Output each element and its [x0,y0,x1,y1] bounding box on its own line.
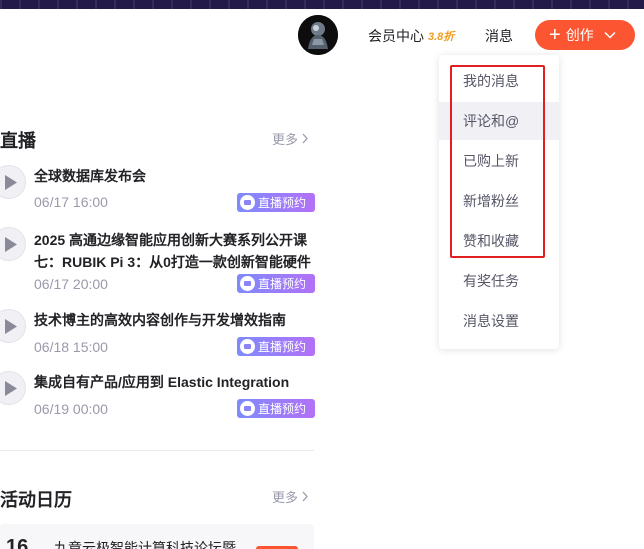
live-item-title[interactable]: 全球数据库发布会 [34,165,324,187]
live-item-time: 06/17 20:00 [34,276,108,292]
live-item-time: 06/19 00:00 [34,401,108,417]
play-icon[interactable] [0,371,26,405]
chevron-down-icon [604,31,616,39]
live-badge-label: 直播预约 [258,196,307,210]
plus-icon: + [549,24,561,46]
top-banner-strip [0,0,644,9]
live-tv-icon [240,339,255,354]
play-icon[interactable] [0,227,26,261]
dropdown-item-purchased-updates[interactable]: 已购上新 [439,142,559,180]
calendar-more-label: 更多 [272,490,299,505]
live-reserve-badge[interactable]: 直播预约 [237,337,315,356]
dropdown-item-message-settings[interactable]: 消息设置 [439,302,559,340]
live-item-title[interactable]: 集成自有产品/应用到 Elastic Integration [34,371,324,393]
calendar-event-day: 16 [6,536,29,549]
play-icon[interactable] [0,309,26,343]
live-section-title: 直播 [0,131,36,151]
live-item-time: 06/17 16:00 [34,194,108,210]
dropdown-item-likes-favorites[interactable]: 赞和收藏 [439,222,559,260]
live-tv-icon [240,195,255,210]
dropdown-item-new-followers[interactable]: 新增粉丝 [439,182,559,220]
play-icon[interactable] [0,165,26,199]
vip-center-link[interactable]: 会员中心 [368,26,424,46]
live-item-time: 06/18 15:00 [34,339,108,355]
calendar-event-title[interactable]: 九章云极智能计算科技论坛暨 [54,538,236,549]
avatar-image-icon [298,15,338,55]
live-tv-icon [240,401,255,416]
section-divider [0,450,314,451]
dropdown-item-my-messages[interactable]: 我的消息 [439,62,559,100]
messages-dropdown: 我的消息 评论和@ 已购上新 新增粉丝 赞和收藏 有奖任务 消息设置 [439,55,559,349]
messages-link[interactable]: 消息 [485,26,513,46]
live-reserve-badge[interactable]: 直播预约 [237,399,315,418]
live-badge-label: 直播预约 [258,277,307,291]
create-button-label: 创作 [565,27,594,43]
chevron-right-icon [302,133,308,144]
live-reserve-badge[interactable]: 直播预约 [237,274,315,293]
calendar-more-link[interactable]: 更多 [272,487,309,506]
chevron-right-icon [302,491,308,502]
live-item-title[interactable]: 技术博主的高效内容创作与开发增效指南 [34,309,324,331]
create-button[interactable]: + 创作 [535,20,635,50]
live-item-title[interactable]: 2025 高通边缘智能应用创新大赛系列公开课七：RUBIK Pi 3：从0打造一… [34,229,324,273]
live-more-label: 更多 [272,132,299,147]
calendar-section-title: 活动日历 [0,490,72,510]
live-tv-icon [240,276,255,291]
dropdown-item-reward-tasks[interactable]: 有奖任务 [439,262,559,300]
user-avatar[interactable] [298,15,338,55]
vip-discount-badge: 3.8折 [428,31,455,43]
live-badge-label: 直播预约 [258,402,307,416]
dropdown-item-comments-mentions[interactable]: 评论和@ [439,102,559,140]
live-reserve-badge[interactable]: 直播预约 [237,193,315,212]
live-badge-label: 直播预约 [258,340,307,354]
live-more-link[interactable]: 更多 [272,129,309,148]
